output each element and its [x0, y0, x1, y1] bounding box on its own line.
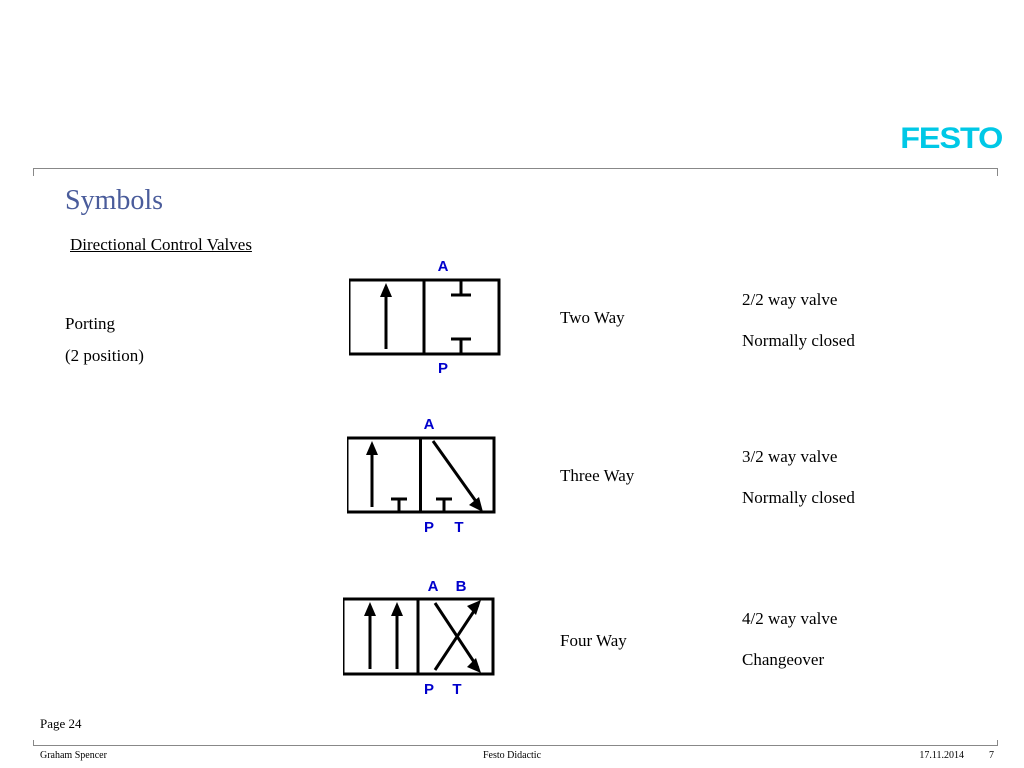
footer-org: Festo Didactic: [0, 750, 1024, 761]
porting-label-2: (2 position): [65, 346, 144, 366]
top-rule: [33, 168, 998, 176]
page-number: Page 24: [40, 716, 82, 732]
valve-spec-1: 2/2 way valve: [742, 290, 837, 310]
section-heading: Directional Control Valves: [70, 235, 252, 255]
brand-logo: FESTO: [900, 122, 1002, 156]
valve-diagram-four-way: A B P T: [343, 575, 503, 700]
port-label-p: P: [424, 519, 434, 536]
port-label-t: T: [452, 681, 461, 698]
port-label-a: A: [438, 258, 449, 275]
footer-date: 17.11.2014: [919, 750, 964, 761]
bottom-rule: [33, 740, 998, 746]
port-label-p: P: [424, 681, 434, 698]
valve-state-3: Changeover: [742, 650, 824, 670]
valve-diagram-three-way: A P T: [347, 413, 507, 538]
valve-name-3: Four Way: [560, 631, 627, 651]
slide-title: Symbols: [65, 185, 163, 217]
valve-state-1: Normally closed: [742, 331, 855, 351]
valve-state-2: Normally closed: [742, 488, 855, 508]
port-label-t: T: [454, 519, 463, 536]
port-label-b: B: [456, 578, 467, 595]
valve-diagram-two-way: A P: [349, 255, 509, 380]
porting-label-1: Porting: [65, 314, 115, 334]
footer-slide-number: 7: [989, 750, 994, 761]
port-label-p: P: [438, 360, 448, 377]
port-label-a: A: [428, 578, 439, 595]
port-label-a: A: [424, 416, 435, 433]
valve-spec-2: 3/2 way valve: [742, 447, 837, 467]
valve-name-1: Two Way: [560, 308, 625, 328]
valve-name-2: Three Way: [560, 466, 634, 486]
valve-spec-3: 4/2 way valve: [742, 609, 837, 629]
